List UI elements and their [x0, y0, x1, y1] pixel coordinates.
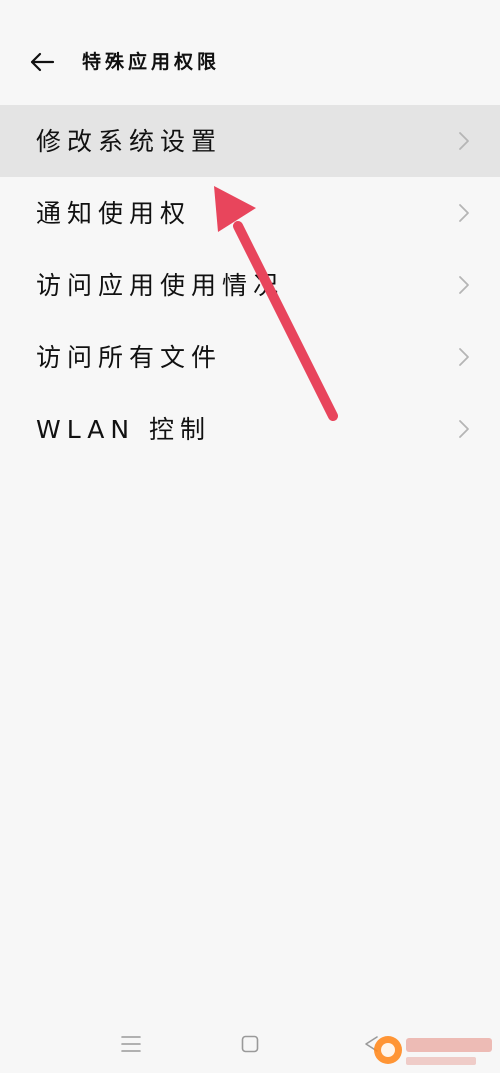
chevron-right-icon [459, 132, 469, 150]
chevron-right-icon [459, 348, 469, 366]
list-item-all-files-access[interactable]: 访问所有文件 [0, 321, 500, 393]
system-navigation-bar [0, 1015, 500, 1073]
chevron-right-icon [459, 204, 469, 222]
back-triangle-icon [365, 1036, 378, 1052]
list-item-label: 修改系统设置 [36, 127, 223, 156]
chevron-right-icon [459, 420, 469, 438]
app-header: 特殊应用权限 [0, 0, 500, 104]
chevron-right-icon [459, 276, 469, 294]
arrow-left-icon [30, 52, 55, 72]
list-item-label: 访问所有文件 [36, 343, 223, 372]
permission-list: 修改系统设置 通知使用权 访问应用使用情况 访问所有文件 WLAN 控制 [0, 105, 500, 465]
nav-back-button[interactable] [356, 1029, 386, 1059]
list-item-label: 访问应用使用情况 [36, 271, 285, 300]
list-item-notification-access[interactable]: 通知使用权 [0, 177, 500, 249]
list-item-modify-system-settings[interactable]: 修改系统设置 [0, 105, 500, 177]
list-item-label: 通知使用权 [36, 199, 192, 228]
back-button[interactable] [22, 44, 62, 80]
page-title: 特殊应用权限 [82, 51, 221, 73]
home-button[interactable] [235, 1029, 265, 1059]
menu-icon [121, 1036, 141, 1052]
list-item-wlan-control[interactable]: WLAN 控制 [0, 393, 500, 465]
list-item-usage-access[interactable]: 访问应用使用情况 [0, 249, 500, 321]
recent-apps-button[interactable] [116, 1029, 146, 1059]
list-item-label: WLAN 控制 [36, 415, 211, 444]
home-square-icon [241, 1035, 259, 1053]
